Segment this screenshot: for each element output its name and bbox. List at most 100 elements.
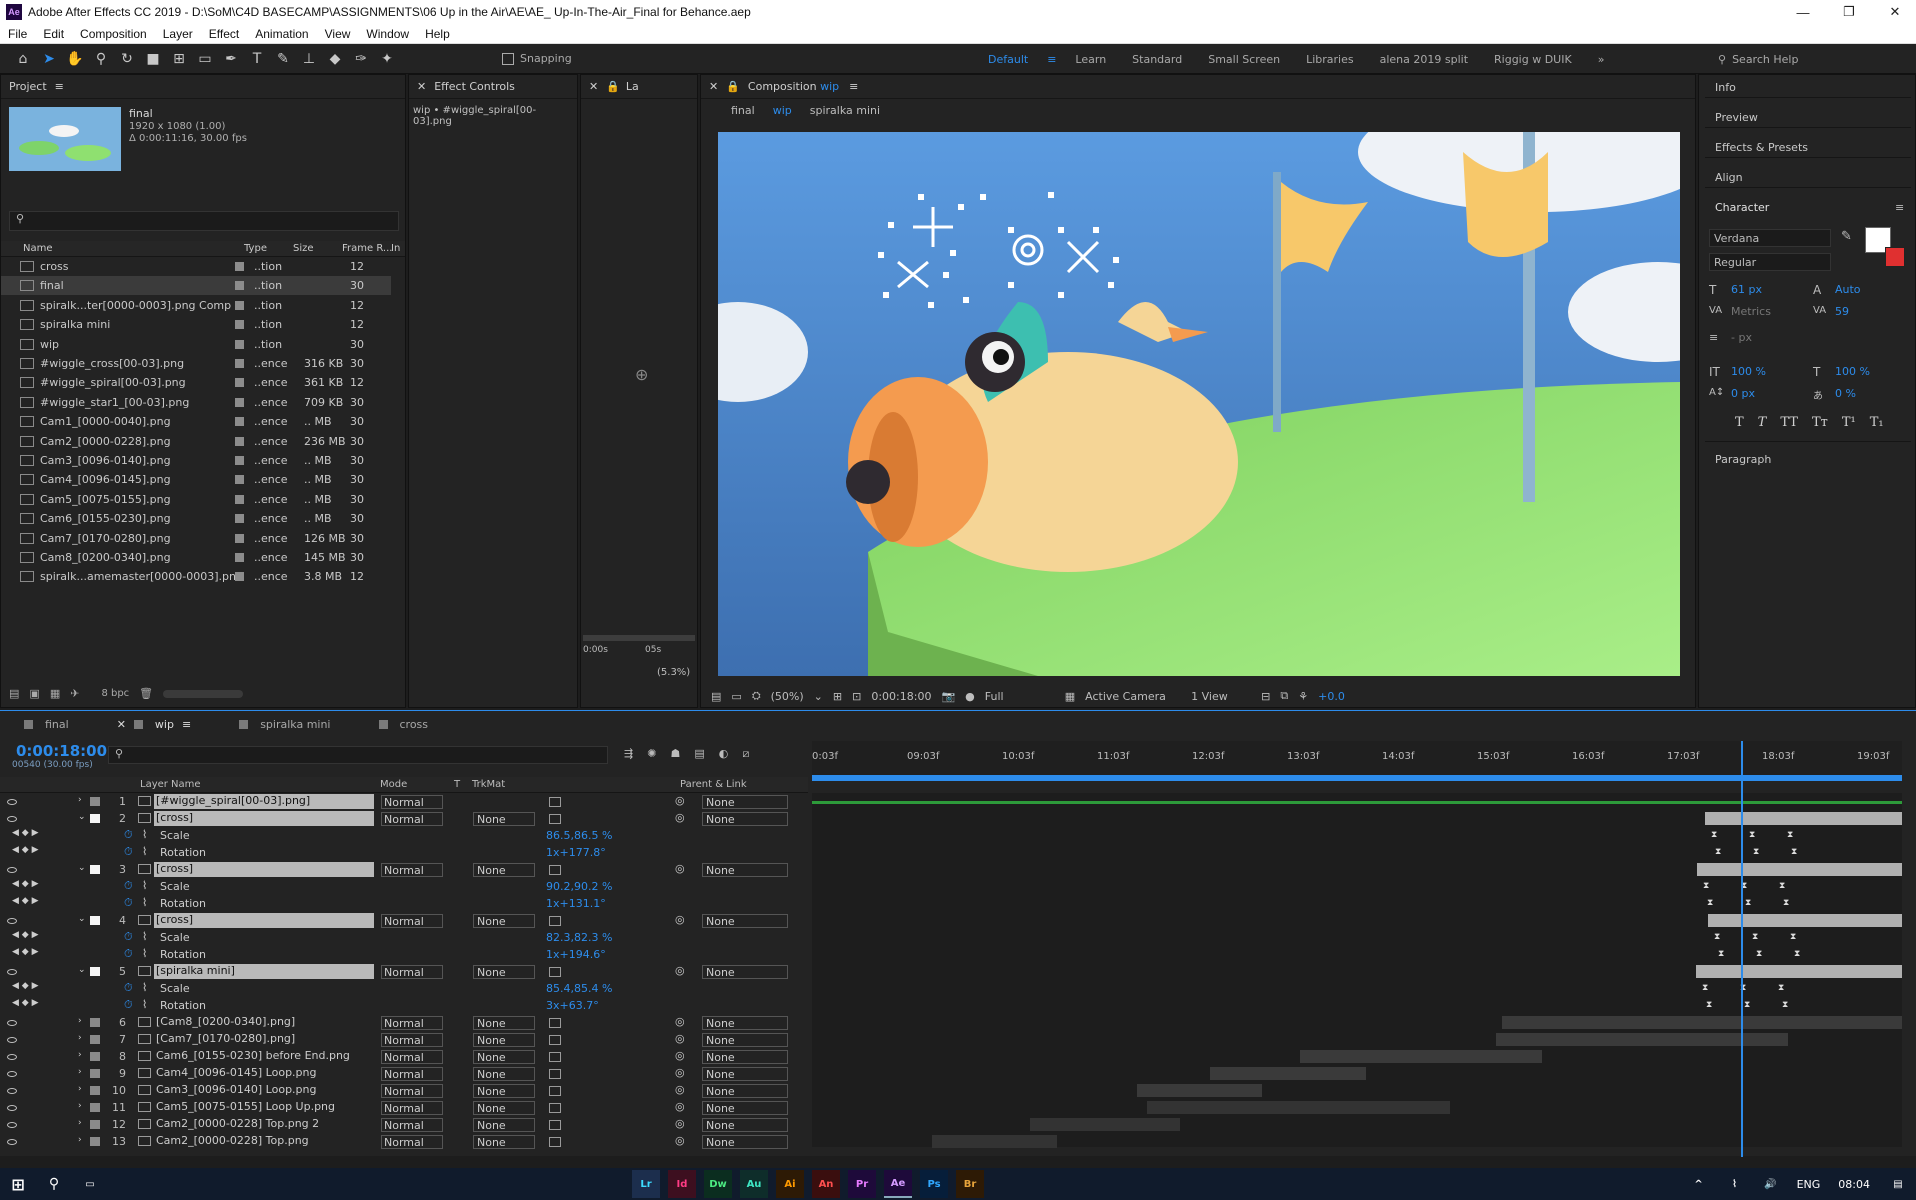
keyframe-icon[interactable]: ⧗ <box>1753 847 1759 857</box>
collapse-switch-icon[interactable] <box>549 813 561 824</box>
clone-stamp-tool-icon[interactable]: ⊥ <box>298 48 320 70</box>
property-row[interactable]: ◀ ◆ ▶ ⏱ ⌇ Rotation 1x+177.8° <box>0 844 808 861</box>
project-item[interactable]: Cam3_[0096-0140].png ..ence .. MB 30 <box>1 451 391 470</box>
stopwatch-icon[interactable]: ⏱ <box>124 879 133 893</box>
expand-chevron-icon[interactable]: ⌄ <box>78 914 86 924</box>
menu-layer[interactable]: Layer <box>155 27 201 41</box>
bpc-label[interactable]: 8 bpc <box>101 688 129 699</box>
layer-duration-bar[interactable] <box>812 801 1902 804</box>
track-matte-dropdown[interactable]: None <box>473 1066 535 1081</box>
visibility-eye-icon[interactable] <box>7 1036 17 1043</box>
collapse-switch-icon[interactable] <box>549 864 561 875</box>
graph-icon[interactable]: ⌇ <box>142 879 147 892</box>
parent-dropdown[interactable]: None <box>702 1032 788 1047</box>
faux-bold-button[interactable]: T <box>1735 415 1744 430</box>
layer-name[interactable]: [cross] <box>154 913 374 928</box>
layer-name[interactable]: [#wiggle_spiral[00-03].png] <box>154 794 374 809</box>
layer-row[interactable]: ⌄ 4 [cross] Normal None ◎ None <box>0 912 808 929</box>
visibility-eye-icon[interactable] <box>7 866 17 873</box>
track-matte-dropdown[interactable]: None <box>473 1049 535 1064</box>
all-caps-button[interactable]: TT <box>1780 415 1798 430</box>
vertical-scale-value[interactable]: 100 % <box>1731 365 1766 378</box>
composition-panel-title[interactable]: Composition <box>748 80 817 93</box>
layer-name[interactable]: Cam5_[0075-0155] Loop Up.png <box>154 1100 374 1115</box>
project-item[interactable]: wip ..tion 30 <box>1 335 391 354</box>
label-color-swatch[interactable] <box>90 1103 100 1112</box>
pan-behind-tool-icon[interactable]: ⊞ <box>168 48 190 70</box>
label-color-swatch[interactable] <box>235 300 244 310</box>
layer-name[interactable]: [Cam8_[0200-0340].png] <box>154 1015 374 1030</box>
workspace-menu-icon[interactable]: ≡ <box>1041 53 1062 66</box>
align-panel-title[interactable]: Align <box>1715 171 1743 184</box>
puppet-tool-icon[interactable]: ✦ <box>376 48 398 70</box>
graph-icon[interactable]: ⌇ <box>142 998 147 1011</box>
layer-name[interactable]: Cam2_[0000-0228] Top.png 2 <box>154 1117 374 1132</box>
layer-zoom-level[interactable]: (5.3%) <box>657 667 690 678</box>
home-icon[interactable]: ⌂ <box>12 48 34 70</box>
thumbnail-slider[interactable] <box>163 689 244 698</box>
close-icon[interactable]: ✕ <box>117 718 126 731</box>
track-matte-dropdown[interactable]: None <box>473 1100 535 1115</box>
premiere-icon[interactable]: Pr <box>848 1170 876 1198</box>
keyframe-navigator-icon[interactable]: ◀ ◆ ▶ <box>12 981 39 991</box>
project-item[interactable]: Cam7_[0170-0280].png ..ence 126 MB 30 <box>1 529 391 548</box>
blend-mode-dropdown[interactable]: Normal <box>381 1049 443 1064</box>
close-icon[interactable]: ✕ <box>589 80 598 93</box>
brush-tool-icon[interactable]: ✎ <box>272 48 294 70</box>
label-color-swatch[interactable] <box>90 1018 100 1027</box>
stopwatch-icon[interactable]: ⏱ <box>124 981 133 995</box>
time-ruler[interactable]: 0:03f 09:03f 10:03f 11:03f 12:03f 13:03f 14:03… <box>812 741 1902 781</box>
keyframe-icon[interactable]: ⧗ <box>1745 898 1751 908</box>
parent-pickwhip-icon[interactable]: ◎ <box>675 1015 685 1028</box>
close-icon[interactable]: ✕ <box>1872 0 1916 24</box>
hand-tool-icon[interactable]: ✋ <box>64 48 86 70</box>
comp-name[interactable]: final <box>129 107 153 120</box>
info-panel-title[interactable]: Info <box>1715 81 1736 94</box>
character-panel-title[interactable]: Character <box>1715 201 1769 214</box>
stroke-color-swatch[interactable] <box>1885 247 1905 267</box>
visibility-eye-icon[interactable] <box>7 1121 17 1128</box>
blend-mode-dropdown[interactable]: Normal <box>381 913 443 928</box>
collapse-switch-icon[interactable] <box>549 915 561 926</box>
label-color-swatch[interactable] <box>235 436 244 446</box>
stopwatch-icon[interactable]: ⏱ <box>124 998 133 1012</box>
effects-presets-panel-title[interactable]: Effects & Presets <box>1715 141 1808 154</box>
layer-panel-title[interactable]: La <box>626 80 639 93</box>
maximize-icon[interactable]: ❐ <box>1826 0 1872 24</box>
label-color-swatch[interactable] <box>235 533 244 543</box>
delete-icon[interactable]: 🗑 <box>139 687 153 700</box>
parent-dropdown[interactable]: None <box>702 1015 788 1030</box>
parent-dropdown[interactable]: None <box>702 1134 788 1149</box>
exposure-value[interactable]: +0.0 <box>1318 690 1345 703</box>
label-color-swatch[interactable] <box>235 475 244 485</box>
project-item[interactable]: #wiggle_cross[00-03].png ..ence 316 KB 30 <box>1 354 391 373</box>
property-row[interactable]: ◀ ◆ ▶ ⏱ ⌇ Scale 85.4,85.4 % <box>0 980 808 997</box>
composition-viewer[interactable] <box>718 132 1680 676</box>
project-item[interactable]: spiralk...amemaster[0000-0003].png ..ence… <box>1 567 391 586</box>
keyframe-navigator-icon[interactable]: ◀ ◆ ▶ <box>12 828 39 838</box>
draft-3d-icon[interactable]: ✺ <box>647 747 656 761</box>
paragraph-panel-title[interactable]: Paragraph <box>1715 453 1771 466</box>
label-color-swatch[interactable] <box>90 967 100 976</box>
graph-icon[interactable]: ⌇ <box>142 947 147 960</box>
layer-row[interactable]: › 11 Cam5_[0075-0155] Loop Up.png Normal Non… <box>0 1099 808 1116</box>
parent-pickwhip-icon[interactable]: ◎ <box>675 862 685 875</box>
layer-duration-bar[interactable] <box>1502 1016 1902 1029</box>
expand-chevron-icon[interactable]: › <box>78 795 82 805</box>
panel-menu-icon[interactable]: ≡ <box>849 80 858 93</box>
label-color-swatch[interactable] <box>90 797 100 806</box>
layer-duration-bar[interactable] <box>1708 914 1902 927</box>
property-value[interactable]: 1x+177.8° <box>546 846 606 859</box>
visibility-eye-icon[interactable] <box>7 798 17 805</box>
camera-tool-icon[interactable]: ■ <box>142 48 164 70</box>
collapse-switch-icon[interactable] <box>549 1017 561 1028</box>
monitor-icon[interactable]: ▭ <box>731 690 741 703</box>
parent-pickwhip-icon[interactable]: ◎ <box>675 1134 685 1147</box>
visibility-eye-icon[interactable] <box>7 1087 17 1094</box>
track-matte-dropdown[interactable]: None <box>473 1117 535 1132</box>
font-family-dropdown[interactable]: Verdana <box>1709 229 1831 247</box>
expand-chevron-icon[interactable]: › <box>78 1050 82 1060</box>
keyframe-icon[interactable]: ⧗ <box>1790 932 1796 942</box>
property-row[interactable]: ◀ ◆ ▶ ⏱ ⌇ Rotation 1x+131.1° <box>0 895 808 912</box>
font-size-value[interactable]: 61 px <box>1731 283 1762 296</box>
